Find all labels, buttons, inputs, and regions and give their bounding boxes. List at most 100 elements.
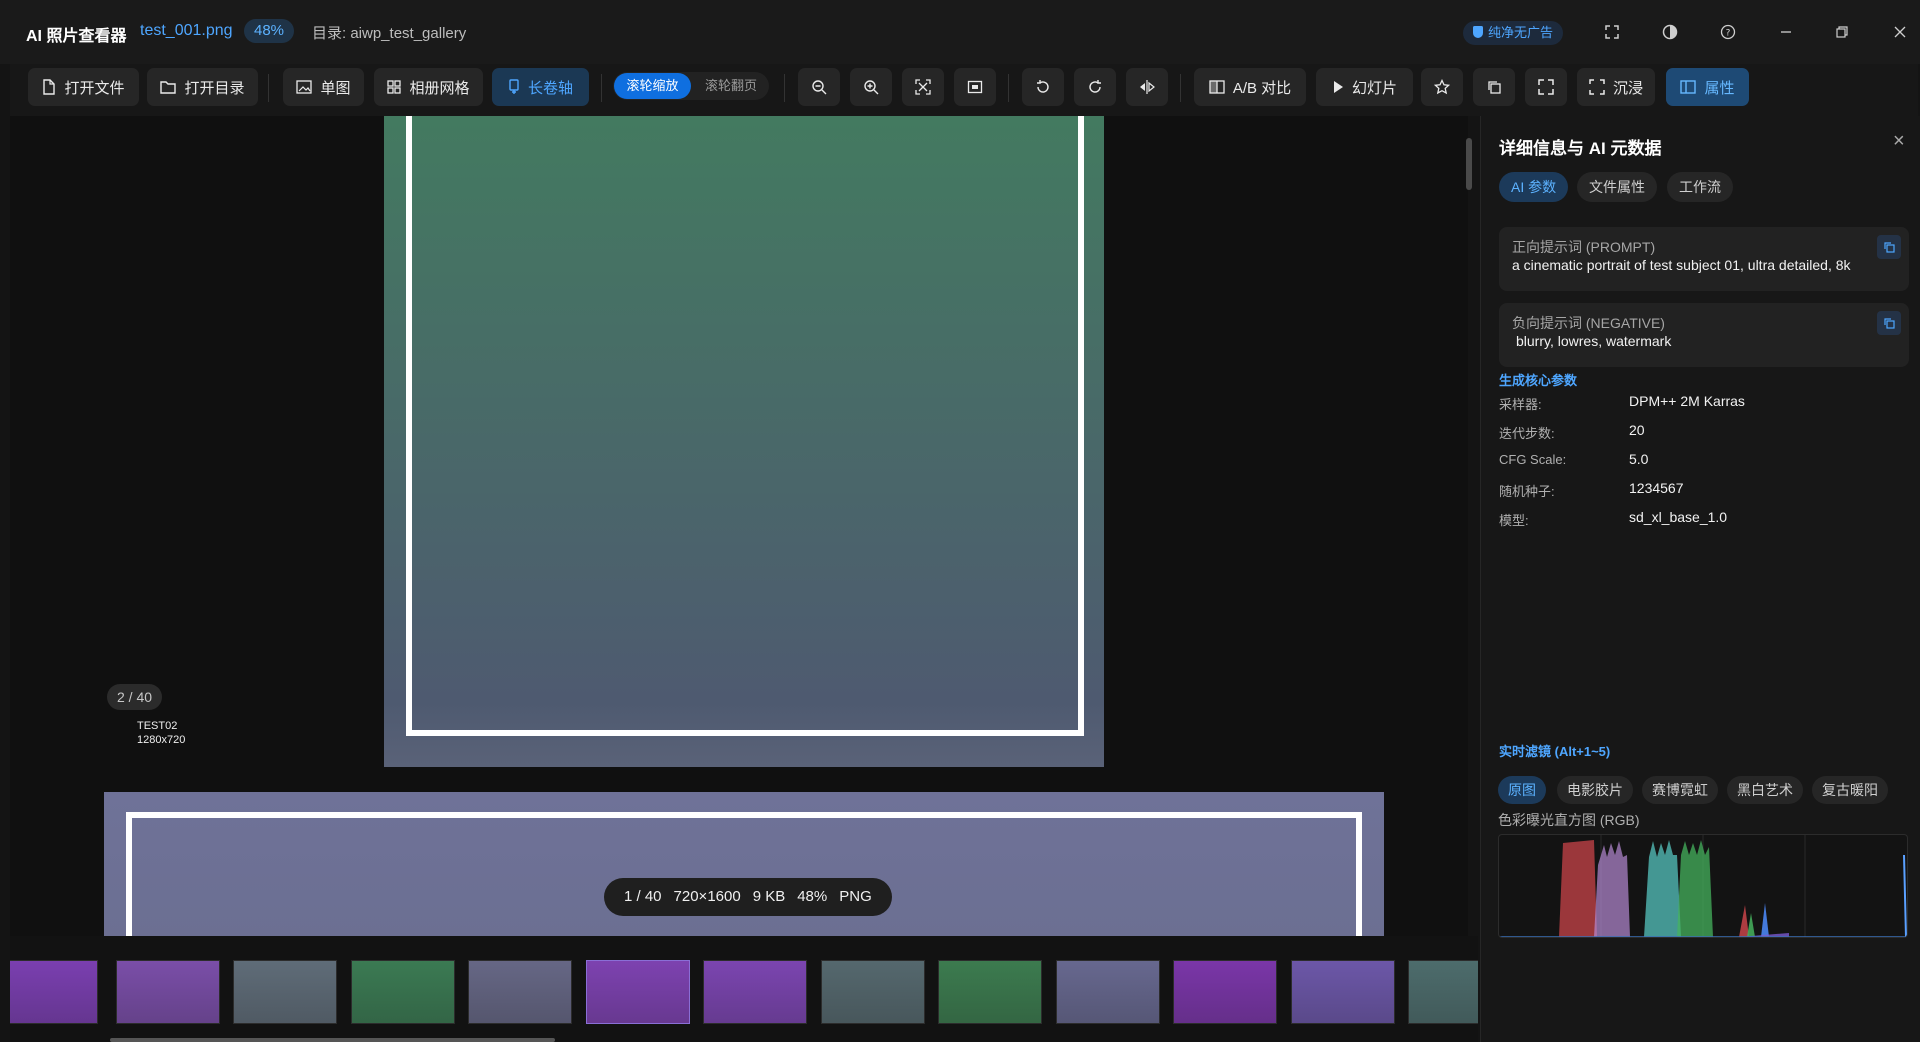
param-value: sd_xl_base_1.0 <box>1629 509 1728 525</box>
tab-file-props[interactable]: 文件属性 <box>1577 172 1657 202</box>
filmstrip <box>10 936 1478 1042</box>
filmstrip-thumbnail[interactable] <box>586 960 690 1024</box>
viewer-scrollbar[interactable] <box>1466 138 1472 190</box>
actual-size-button[interactable] <box>954 68 996 106</box>
negative-label: 负向提示词 (NEGATIVE) <box>1512 315 1665 331</box>
copy-negative-button[interactable] <box>1877 311 1901 335</box>
core-params-title: 生成核心参数 <box>1499 373 1578 388</box>
param-value: 20 <box>1629 422 1645 438</box>
filter-cyber-neon[interactable]: 赛博霓虹 <box>1642 776 1718 804</box>
restore-icon[interactable] <box>1830 20 1854 44</box>
copy-image-button[interactable] <box>1473 68 1515 106</box>
filmstrip-thumbnail[interactable] <box>1291 960 1395 1024</box>
param-key: 迭代步数: <box>1499 426 1555 441</box>
filmstrip-thumbnail[interactable] <box>233 960 337 1024</box>
image-format: PNG <box>839 888 872 905</box>
wheel-zoom-option[interactable]: 滚轮缩放 <box>614 73 691 99</box>
image-dimensions: 720×1600 <box>673 888 741 905</box>
tab-ai-params[interactable]: AI 参数 <box>1499 172 1569 202</box>
fit-screen-button[interactable] <box>902 68 944 106</box>
filter-black-white[interactable]: 黑白艺术 <box>1727 776 1803 804</box>
filmstrip-thumbnail[interactable] <box>703 960 807 1024</box>
slideshow-button[interactable]: 幻灯片 <box>1316 68 1413 106</box>
single-view-label: 单图 <box>320 79 351 97</box>
help-icon[interactable]: ? <box>1716 20 1740 44</box>
ab-compare-button[interactable]: A/B 对比 <box>1194 68 1306 106</box>
open-directory-button[interactable]: 打开目录 <box>147 68 258 106</box>
fit-screen-icon <box>915 79 931 95</box>
open-file-label: 打开文件 <box>64 79 125 97</box>
properties-button[interactable]: 属性 <box>1666 68 1749 106</box>
scroll-view-button[interactable]: 长卷轴 <box>492 68 589 106</box>
tab-workflow[interactable]: 工作流 <box>1667 172 1733 202</box>
prompt-value: a cinematic portrait of test subject 01,… <box>1512 257 1851 273</box>
wheel-page-option[interactable]: 滚轮翻页 <box>693 73 769 99</box>
filmstrip-thumbnail[interactable] <box>10 960 98 1024</box>
zoom-badge: 48% <box>244 19 295 43</box>
filmstrip-scrollbar[interactable] <box>110 1038 555 1042</box>
filmstrip-thumbnail[interactable] <box>351 960 455 1024</box>
rotate-right-button[interactable] <box>1074 68 1116 106</box>
image-viewer[interactable] <box>10 116 1468 936</box>
rotate-left-icon <box>1037 80 1049 93</box>
image-index: 1 / 40 <box>624 888 662 905</box>
filter-vintage[interactable]: 复古暖阳 <box>1812 776 1888 804</box>
filmstrip-thumbnail[interactable] <box>938 960 1042 1024</box>
flip-button[interactable] <box>1126 68 1168 106</box>
prompt-card: 正向提示词 (PROMPT) a cinematic portrait of t… <box>1499 227 1909 291</box>
filter-original[interactable]: 原图 <box>1498 776 1546 804</box>
panel-title: 详细信息与 AI 元数据 <box>1499 139 1662 158</box>
filmstrip-thumbnail[interactable] <box>821 960 925 1024</box>
close-window-icon[interactable] <box>1888 20 1912 44</box>
image-info-bar: 1 / 40 720×1600 9 KB 48% PNG <box>604 878 892 916</box>
scroll-icon <box>509 79 519 94</box>
copy-prompt-button[interactable] <box>1877 235 1901 259</box>
toolbar-divider <box>1008 74 1009 102</box>
file-icon <box>43 79 56 95</box>
filmstrip-thumbnail[interactable] <box>468 960 572 1024</box>
wheel-mode-toggle: 滚轮缩放 滚轮翻页 <box>613 72 769 100</box>
filmstrip-thumbnail[interactable] <box>1056 960 1160 1024</box>
fullscreen-icon <box>1538 79 1554 95</box>
grid-view-button[interactable]: 相册网格 <box>374 68 483 106</box>
zoom-out-button[interactable] <box>798 68 840 106</box>
slideshow-label: 幻灯片 <box>1351 79 1397 97</box>
favorite-button[interactable] <box>1421 68 1463 106</box>
toolbar-divider <box>601 74 602 102</box>
minimize-icon[interactable] <box>1774 20 1798 44</box>
actual-size-icon <box>967 80 983 94</box>
prompt-label: 正向提示词 (PROMPT) <box>1512 239 1656 255</box>
toolbar-divider <box>1180 74 1181 102</box>
theme-toggle-icon[interactable] <box>1658 20 1682 44</box>
filmstrip-thumbnail[interactable] <box>1173 960 1277 1024</box>
immersive-button[interactable]: 沉浸 <box>1577 68 1655 106</box>
filmstrip-thumbnail[interactable] <box>116 960 220 1024</box>
folder-icon <box>160 81 177 94</box>
param-value: DPM++ 2M Karras <box>1629 393 1745 409</box>
fullscreen-button[interactable] <box>1525 68 1567 106</box>
scroll-view-label: 长卷轴 <box>527 79 573 97</box>
copy-icon <box>1884 318 1895 329</box>
copy-icon <box>1488 81 1501 94</box>
open-directory-label: 打开目录 <box>184 79 245 97</box>
image-frame <box>126 812 1362 936</box>
histogram-label: 色彩曝光直方图 (RGB) <box>1498 812 1640 828</box>
single-view-button[interactable]: 单图 <box>283 68 364 106</box>
image-index-badge: 2 / 40 <box>107 684 163 710</box>
title-bar: AI 照片查看器 test_001.png 48% 目录: aiwp_test_… <box>0 0 1920 64</box>
rotate-left-button[interactable] <box>1022 68 1064 106</box>
open-file-button[interactable]: 打开文件 <box>28 68 139 106</box>
rgb-histogram <box>1498 834 1908 938</box>
filter-film[interactable]: 电影胶片 <box>1557 776 1633 804</box>
image-caption-size: 1280x720 <box>137 734 186 746</box>
zoom-in-icon <box>864 80 879 95</box>
flip-icon <box>1140 80 1155 94</box>
compare-icon <box>1209 80 1225 94</box>
copy-icon <box>1884 242 1895 253</box>
filmstrip-thumbnail[interactable] <box>1408 960 1478 1024</box>
zoom-in-button[interactable] <box>850 68 892 106</box>
histogram-graphic <box>1499 835 1907 937</box>
svg-text:?: ? <box>1726 29 1731 39</box>
close-panel-icon[interactable]: × <box>1893 130 1905 153</box>
fullscreen-window-icon[interactable] <box>1600 20 1624 44</box>
